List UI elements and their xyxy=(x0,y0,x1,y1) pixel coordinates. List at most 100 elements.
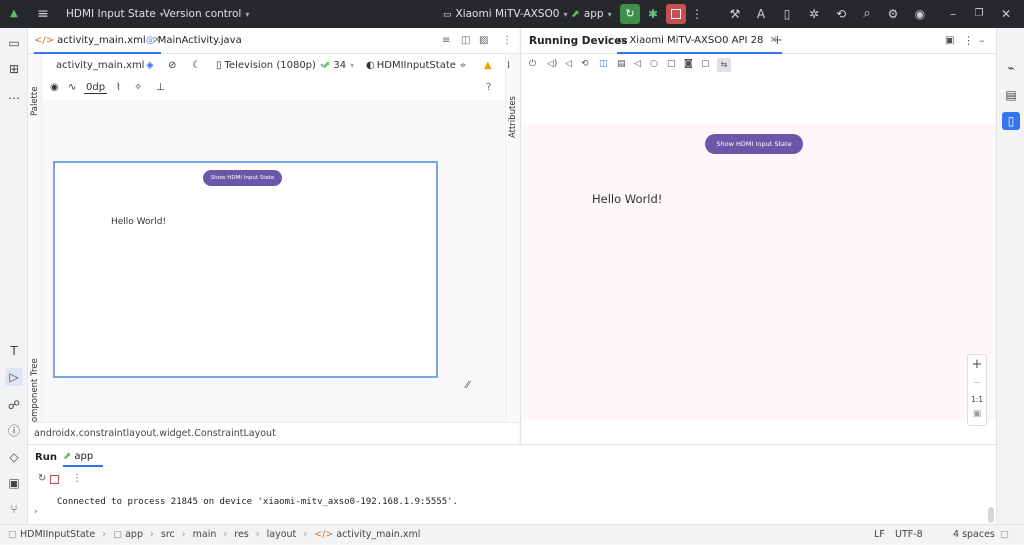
rerun-icon[interactable]: ↻ xyxy=(620,4,640,24)
line-separator[interactable]: LF xyxy=(874,525,885,545)
show-hdmi-button[interactable]: Show HDMI Input State xyxy=(705,134,803,154)
night-mode-icon[interactable]: ⊘ xyxy=(168,55,176,77)
record-icon[interactable]: ▢ xyxy=(701,59,710,69)
mirror-settings-icon[interactable]: ⇆ xyxy=(717,58,731,72)
design-view-icon[interactable]: ▨ xyxy=(479,28,488,54)
split-view-icon[interactable]: ◫ xyxy=(461,28,470,54)
infer-constraints-icon[interactable]: ⌇ xyxy=(116,77,121,99)
rerun-icon[interactable]: ↻ xyxy=(38,473,46,484)
volume-up-icon[interactable]: ◁) xyxy=(547,59,557,69)
console-scrollbar[interactable] xyxy=(988,507,994,523)
screenshot-icon[interactable]: ◙ xyxy=(684,59,693,69)
stop-icon[interactable] xyxy=(666,4,686,24)
stop-icon[interactable] xyxy=(50,475,59,484)
zoom-actual-size[interactable]: 1:1 xyxy=(968,395,986,404)
path-item[interactable]: activity_main.xml xyxy=(336,529,420,540)
warning-icon[interactable]: ▲ xyxy=(484,55,492,77)
device-tab[interactable]: ▭ Xiaomi MiTV-AXSO0 API 28 ✕ xyxy=(617,28,782,54)
hide-panel-icon[interactable]: – xyxy=(979,28,985,54)
more-vertical-icon[interactable]: ⋮ xyxy=(72,473,82,484)
overview-icon[interactable]: □ xyxy=(667,59,676,69)
console-output[interactable]: Connected to process 21845 on device 'xi… xyxy=(57,491,996,521)
volume-down-icon[interactable]: ◁ xyxy=(565,59,572,69)
indent-setting[interactable]: 4 spaces xyxy=(953,525,995,545)
run-tab-app[interactable]: ⬈ app xyxy=(63,447,104,467)
code-view-icon[interactable]: ≡ xyxy=(442,28,450,54)
path-item[interactable]: src xyxy=(161,529,175,540)
file-encoding[interactable]: UTF-8 xyxy=(895,525,923,545)
more-vertical-icon[interactable]: ⋮ xyxy=(688,5,706,23)
path-item[interactable]: app xyxy=(125,529,143,540)
logcat-icon[interactable]: ☍ xyxy=(5,396,23,414)
chevron-right-icon[interactable]: › xyxy=(462,55,466,77)
guidelines-icon[interactable]: ⊥ xyxy=(156,77,165,99)
sync-gradle-icon[interactable]: ⟲ xyxy=(832,5,850,23)
path-item[interactable]: res xyxy=(234,529,249,540)
api-dropdown[interactable]: ⬈ 34 ▾ xyxy=(322,55,354,77)
layers-icon[interactable]: ◈ xyxy=(146,55,154,77)
gem-icon[interactable]: ◇ xyxy=(5,448,23,466)
run-config-selector[interactable]: ⬈ app ▾ xyxy=(571,0,612,28)
breadcrumb[interactable]: androidx.constraintlayout.widget.Constra… xyxy=(34,423,276,445)
path-item[interactable]: layout xyxy=(267,529,297,540)
fit-screen-icon[interactable]: ▣ xyxy=(968,409,986,419)
hammer-icon[interactable]: T xyxy=(5,342,23,360)
emulator-screen[interactable]: Show HDMI Input State Hello World! xyxy=(521,124,997,420)
attributes-icon[interactable]: ⁞ xyxy=(507,60,510,71)
terminal-icon[interactable]: ▣ xyxy=(5,474,23,492)
minimize-icon[interactable]: – xyxy=(944,5,962,23)
component-tree-label[interactable]: Component Tree xyxy=(30,358,40,428)
device-dropdown[interactable]: ▯ Television (1080p) ▾ xyxy=(216,55,324,77)
window-options-icon[interactable]: ▣ xyxy=(945,28,954,54)
theme-dropdown[interactable]: ◐ HDMIInputState ▾ xyxy=(366,55,464,77)
translate-icon[interactable]: A xyxy=(752,5,770,23)
search-icon[interactable]: ⌕ xyxy=(858,5,876,23)
zoom-out-icon[interactable]: – xyxy=(968,375,986,390)
folder-icon[interactable]: ▭ xyxy=(5,34,23,52)
resize-handle-icon[interactable]: ⁄⁄ xyxy=(466,380,478,391)
home-icon[interactable]: ○ xyxy=(650,59,658,69)
bug-icon[interactable]: ✲ xyxy=(805,5,823,23)
show-hdmi-button-preview[interactable]: Show HDMI Input State xyxy=(203,170,282,186)
hello-world-text-preview[interactable]: Hello World! xyxy=(111,217,166,227)
running-devices-icon[interactable]: ▯ xyxy=(1002,112,1020,130)
default-margin-field[interactable]: 0dp xyxy=(84,77,108,99)
build-analyzer-icon[interactable]: ⚒ xyxy=(726,5,744,23)
tab-activity-main[interactable]: </> activity_main.xml ✕ xyxy=(34,28,161,54)
structure-icon[interactable]: ⊞ xyxy=(5,60,23,78)
problems-icon[interactable]: ⓘ xyxy=(5,422,23,440)
magic-wand-icon[interactable]: ✧ xyxy=(134,77,142,99)
zoom-in-icon[interactable]: + xyxy=(968,357,986,372)
debug-icon[interactable]: ✱ xyxy=(644,5,662,23)
help-icon[interactable]: ? xyxy=(486,77,491,99)
gradle-icon[interactable]: ▤ xyxy=(1002,86,1020,104)
close-icon[interactable]: ✕ xyxy=(997,5,1015,23)
rotate-right-icon[interactable]: ◫ xyxy=(599,59,608,69)
lock-icon[interactable]: ▢ xyxy=(1000,525,1009,545)
more-vertical-icon[interactable]: ⋮ xyxy=(963,28,974,54)
tab-main-activity[interactable]: ◎ MainActivity.java xyxy=(146,28,242,54)
more-horizontal-icon[interactable]: … xyxy=(5,86,23,104)
device-preview-frame[interactable]: Show HDMI Input State Hello World! xyxy=(53,161,438,378)
restore-icon[interactable]: ❐ xyxy=(970,5,988,23)
gear-icon[interactable]: ⚙ xyxy=(884,5,902,23)
add-device-icon[interactable]: + xyxy=(772,28,783,54)
git-icon[interactable]: ⑂ xyxy=(5,500,23,518)
path-item[interactable]: main xyxy=(193,529,217,540)
notifications-icon[interactable]: ⌁ xyxy=(1002,59,1020,77)
power-icon[interactable]: ⏻ xyxy=(529,59,536,69)
account-icon[interactable]: ◉ xyxy=(911,5,929,23)
path-item[interactable]: HDMIInputState xyxy=(20,529,95,540)
attributes-label[interactable]: Attributes xyxy=(508,96,518,138)
rotate-left-icon[interactable]: ⟲ xyxy=(581,59,589,69)
file-selector[interactable]: activity_main.xml ▾ xyxy=(56,55,152,77)
vcs-selector[interactable]: Version control ▾ xyxy=(163,0,249,28)
eye-icon[interactable]: ◉ xyxy=(50,77,59,99)
fold-icon[interactable]: ▤ xyxy=(617,59,626,69)
magnet-icon[interactable]: ∿ xyxy=(68,77,76,99)
device-manager-icon[interactable]: ▯ xyxy=(778,5,796,23)
expand-icon[interactable]: › xyxy=(34,507,38,517)
main-menu-icon[interactable]: ≡ xyxy=(34,5,52,23)
back-icon[interactable]: ◁ xyxy=(634,59,641,69)
more-vertical-icon[interactable]: ⋮ xyxy=(502,28,512,54)
